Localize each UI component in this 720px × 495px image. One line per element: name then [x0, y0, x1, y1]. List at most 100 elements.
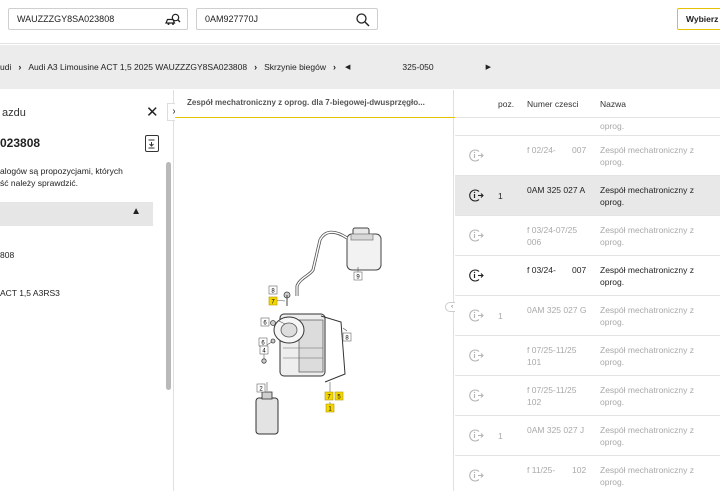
- row-part-suffix: 007: [572, 145, 587, 155]
- row-part-number: 0AM 325 027 J: [527, 425, 585, 435]
- row-part-number: f 03/24-: [527, 265, 556, 275]
- row-part-number: f 02/24-: [527, 145, 556, 155]
- table-row[interactable]: 1 0AM 325 027 G Zespół mechatroniczny z opr…: [455, 295, 720, 335]
- accordion-header[interactable]: ▲: [0, 202, 153, 226]
- search-icon[interactable]: [355, 12, 371, 28]
- diagram-panel: Zespół mechatroniczny z oprog. dla 7-bie…: [175, 90, 454, 491]
- row-part-number: 0AM 325 027 A: [527, 185, 586, 195]
- vehicle-detail-value: 808: [0, 250, 15, 260]
- row-part-variant: 102: [527, 397, 542, 407]
- table-row[interactable]: f 07/25-11/25 101 Zespół mechatroniczny z o…: [455, 335, 720, 375]
- column-header-pos[interactable]: poz.: [498, 99, 514, 109]
- breadcrumb: udi › Audi A3 Limousine ACT 1,5 2025 WAU…: [0, 45, 720, 89]
- table-row[interactable]: 1 0AM 325 027 A Zespół mechatroniczny z opr…: [455, 175, 720, 215]
- row-name-line2: oprog.: [600, 317, 625, 327]
- table-row[interactable]: f 02/24- 007 Zespół mechatroniczny z oprog.: [455, 135, 720, 175]
- row-part-variant: 101: [527, 357, 542, 367]
- part-info-icon[interactable]: [469, 309, 484, 322]
- info-note: alogów są propozycjami, których ść należ…: [0, 165, 123, 189]
- chevron-right-icon: ›: [333, 62, 336, 72]
- top-bar: WAUZZZGY8SA023808 0AM927770J Wybierz: [0, 0, 720, 44]
- choose-button[interactable]: Wybierz: [677, 8, 720, 30]
- row-name: Zespół mechatroniczny z: [600, 185, 695, 195]
- breadcrumb-item-brand[interactable]: udi: [0, 62, 11, 72]
- row-name-line2: oprog.: [600, 477, 625, 487]
- part-info-icon[interactable]: [469, 429, 484, 442]
- row-position: 1: [498, 431, 503, 441]
- scrollbar[interactable]: [166, 162, 171, 390]
- row-name-line2: oprog.: [600, 157, 625, 167]
- table-row[interactable]: f 03/24-07/25 006 Zespół mechatroniczny z o…: [455, 215, 720, 255]
- column-header-part-number[interactable]: Numer czesci: [527, 99, 578, 109]
- document-icon[interactable]: [145, 135, 159, 152]
- next-page-icon[interactable]: ▶: [486, 63, 491, 71]
- part-info-icon[interactable]: [469, 149, 484, 162]
- row-part-number: f 03/24-07/25: [527, 225, 578, 235]
- parts-diagram[interactable]: 9 8 7 6 6 4 8 7 5 1 2: [175, 120, 454, 490]
- car-search-icon[interactable]: [165, 12, 181, 28]
- part-info-icon[interactable]: [469, 469, 484, 482]
- row-part-number: f 11/25-: [527, 465, 556, 475]
- callout-8b[interactable]: 8: [342, 332, 352, 342]
- table-row[interactable]: f 03/24- 007 Zespół mechatroniczny z oprog.: [455, 255, 720, 295]
- table-row[interactable]: f 07/25-11/25 102 Zespół mechatroniczny z o…: [455, 375, 720, 415]
- callout-8[interactable]: 8: [268, 285, 278, 295]
- breadcrumb-item-vehicle[interactable]: Audi A3 Limousine ACT 1,5 2025 WAUZZZGY8…: [28, 62, 247, 72]
- vehicle-detail-value: ACT 1,5 A3RS3: [0, 288, 60, 298]
- callout-4[interactable]: 4: [259, 345, 269, 355]
- row-name-line2: oprog.: [600, 197, 625, 207]
- part-info-icon[interactable]: [469, 389, 484, 402]
- row-name-line2: oprog.: [600, 437, 625, 447]
- row-name: Zespół mechatroniczny z: [600, 145, 695, 155]
- row-part-number: f 07/25-11/25: [527, 345, 577, 355]
- callout-6[interactable]: 6: [260, 317, 270, 327]
- choose-button-label: Wybierz: [686, 14, 719, 24]
- vin-search-input[interactable]: WAUZZZGY8SA023808: [8, 8, 188, 30]
- part-search-value: 0AM927770J: [205, 14, 259, 24]
- row-part-suffix: 102: [572, 465, 587, 475]
- column-header-name[interactable]: Nazwa: [600, 99, 626, 109]
- breadcrumb-item-group[interactable]: Skrzynie biegów: [264, 62, 326, 72]
- callout-7[interactable]: 7: [268, 296, 278, 306]
- row-name: Zespół mechatroniczny z: [600, 265, 695, 275]
- callout-6b[interactable]: 6: [258, 337, 268, 347]
- part-info-icon[interactable]: [469, 229, 484, 242]
- row-name: Zespół mechatroniczny z: [600, 385, 695, 395]
- close-icon[interactable]: ✕: [146, 103, 159, 121]
- info-note-line: alogów są propozycjami, których: [0, 166, 123, 176]
- chevron-right-icon: ›: [254, 62, 258, 72]
- table-row[interactable]: 1 0AM 325 027 J Zespół mechatroniczny z opr…: [455, 415, 720, 455]
- callout-2[interactable]: 2: [256, 383, 266, 393]
- prev-page-icon[interactable]: ◀: [345, 63, 350, 71]
- part-info-icon[interactable]: [469, 269, 484, 282]
- row-name-line2: oprog.: [600, 397, 625, 407]
- callout-5[interactable]: 5: [334, 391, 344, 401]
- table-row[interactable]: f 11/25- 102 Zespół mechatroniczny z oprog.: [455, 455, 720, 495]
- chevron-right-icon: ›: [18, 62, 22, 72]
- vehicle-vin: 023808: [0, 136, 41, 150]
- row-part-number: f 07/25-11/25: [527, 385, 577, 395]
- diagram-title: Zespół mechatroniczny z oprog. dla 7-bie…: [187, 98, 425, 107]
- callout-1[interactable]: 1: [325, 403, 335, 413]
- row-position: 1: [498, 191, 503, 201]
- row-name-line2: oprog.: [600, 357, 625, 367]
- callout-7b[interactable]: 7: [324, 391, 334, 401]
- chevron-up-icon[interactable]: ▲: [131, 206, 141, 217]
- page-indicator: 325-050: [402, 62, 434, 72]
- part-info-icon[interactable]: [469, 349, 484, 362]
- part-search-input[interactable]: 0AM927770J: [196, 8, 378, 30]
- row-part-suffix: 007: [572, 265, 587, 275]
- row-name: Zespół mechatroniczny z: [600, 465, 695, 475]
- row-name: Zespół mechatroniczny z: [600, 225, 695, 235]
- part-info-icon[interactable]: [469, 189, 484, 202]
- row-name-line2: oprog.: [600, 277, 625, 287]
- row-name: Zespół mechatroniczny z: [600, 305, 695, 315]
- info-note-line: ść należy sprawdzić.: [0, 178, 78, 188]
- table-header: poz. Numer czesci Nazwa: [455, 90, 720, 117]
- callout-9[interactable]: 9: [353, 271, 363, 281]
- row-name: Zespół mechatroniczny z: [600, 345, 695, 355]
- vehicle-panel: azdu ✕ 023808 alogów są propozycjami, kt…: [0, 90, 174, 491]
- row-name-line2: oprog.: [600, 121, 625, 131]
- table-row[interactable]: oprog.: [455, 117, 720, 135]
- panel-title: azdu: [2, 107, 26, 119]
